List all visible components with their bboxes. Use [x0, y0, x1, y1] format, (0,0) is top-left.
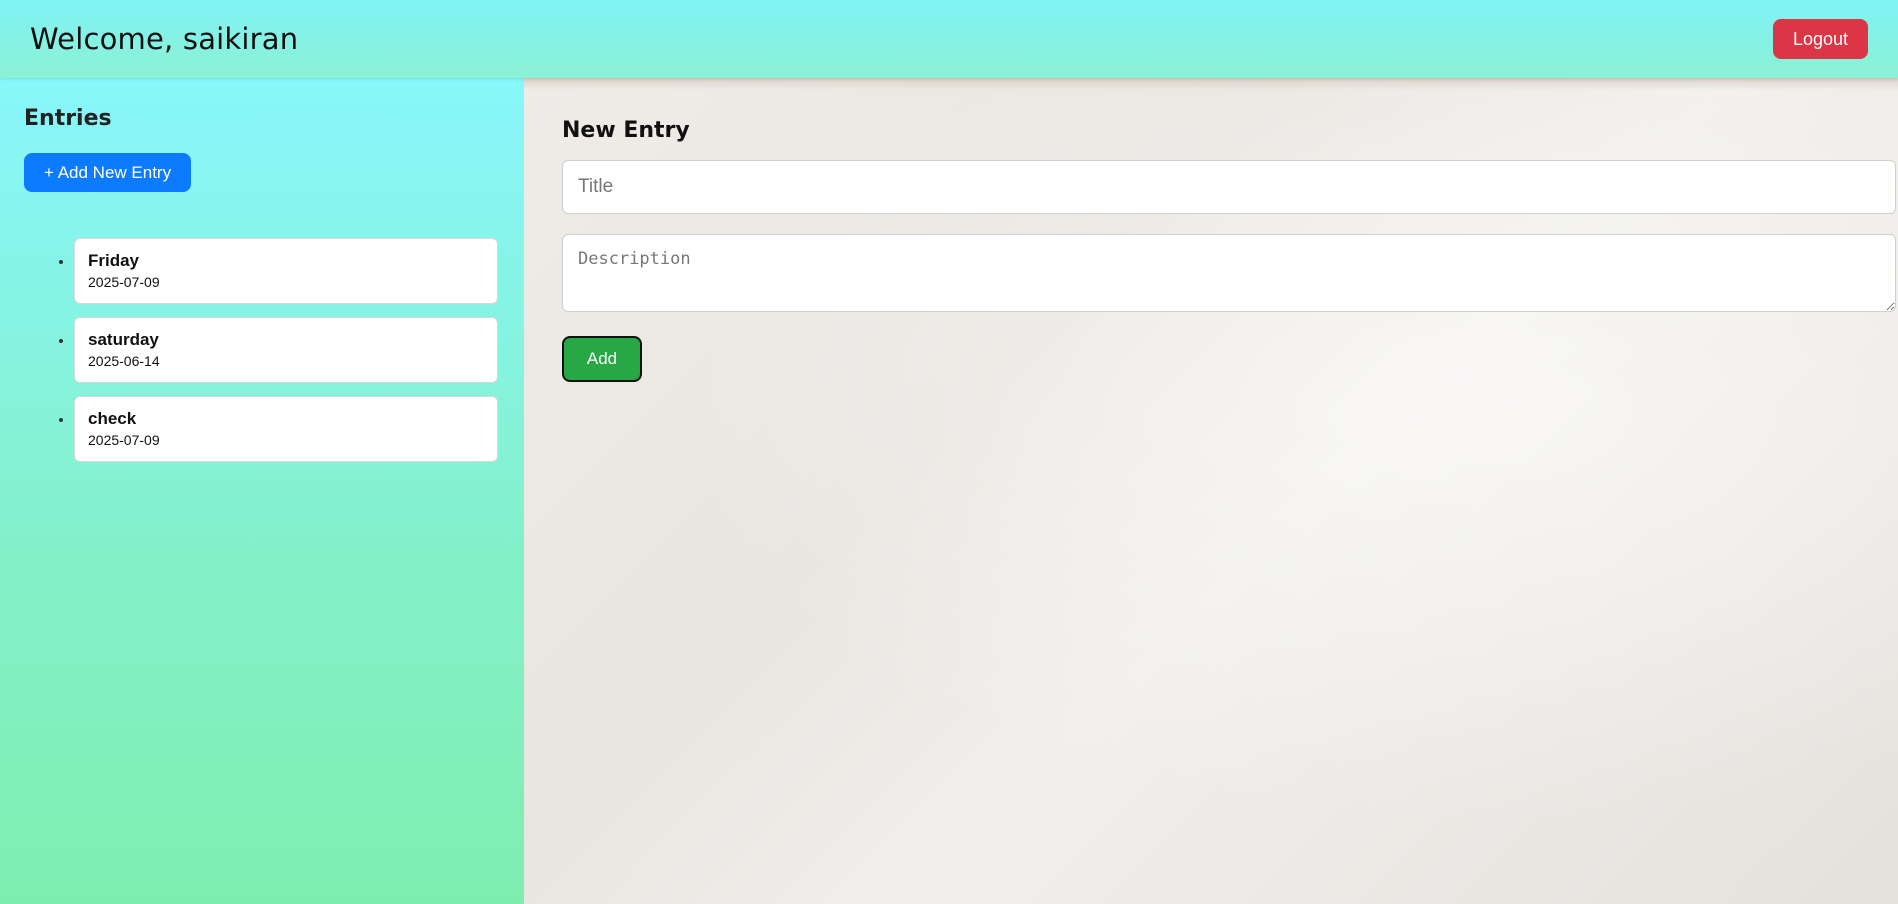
- entries-heading: Entries: [24, 106, 112, 131]
- add-new-entry-button[interactable]: + Add New Entry: [24, 153, 192, 192]
- entry-card-friday[interactable]: Friday 2025-07-09: [74, 238, 498, 304]
- entry-date: 2025-07-09: [88, 432, 160, 448]
- description-textarea[interactable]: [562, 234, 1896, 312]
- list-item: Friday 2025-07-09: [74, 238, 500, 304]
- app-header: Welcome, saikiran Logout: [0, 0, 1898, 78]
- add-button[interactable]: Add: [562, 336, 642, 382]
- title-input[interactable]: [562, 160, 1896, 214]
- entry-title: Friday: [88, 251, 140, 270]
- entries-sidebar: Entries + Add New Entry Friday 2025-07-0…: [0, 78, 524, 904]
- entry-title: saturday: [88, 330, 159, 349]
- entry-title: check: [88, 409, 137, 428]
- entry-date: 2025-07-09: [88, 274, 160, 290]
- entry-date: 2025-06-14: [88, 353, 160, 369]
- welcome-title: Welcome, saikiran: [30, 22, 299, 56]
- entry-card-saturday[interactable]: saturday 2025-06-14: [74, 317, 498, 383]
- logout-button[interactable]: Logout: [1772, 19, 1868, 59]
- list-item: saturday 2025-06-14: [74, 317, 500, 383]
- new-entry-panel: New Entry Add: [524, 78, 1898, 904]
- entry-card-check[interactable]: check 2025-07-09: [74, 396, 498, 462]
- entry-list: Friday 2025-07-09 saturday 2025-06-14 ch…: [24, 238, 500, 462]
- new-entry-heading: New Entry: [562, 118, 690, 143]
- list-item: check 2025-07-09: [74, 396, 500, 462]
